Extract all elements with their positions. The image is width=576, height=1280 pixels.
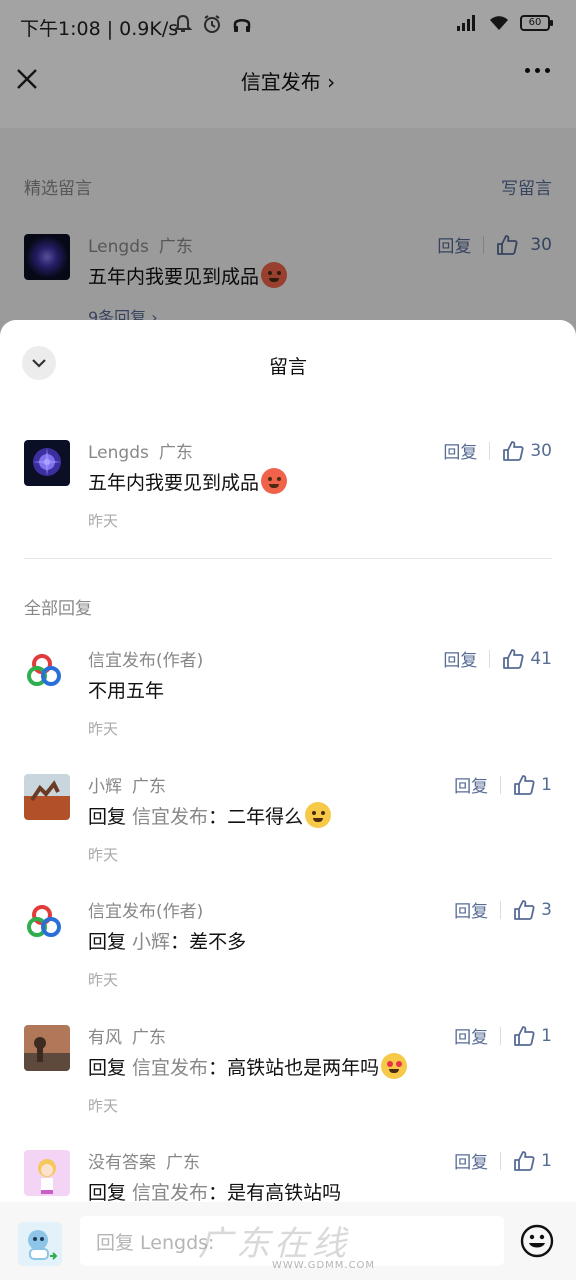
heart-eyes-emoji-icon — [381, 1053, 408, 1079]
sheet-title: 留言 — [268, 356, 307, 378]
comment-actions: 回复 1 — [454, 1023, 552, 1049]
like-count: 1 — [541, 1025, 552, 1046]
thumbs-up-icon — [514, 1025, 535, 1046]
avatar[interactable] — [24, 899, 70, 945]
thumbs-up-icon — [503, 440, 524, 461]
avatar[interactable] — [24, 1025, 70, 1071]
all-replies-title: 全部回复 — [24, 599, 92, 619]
angry-emoji-icon — [261, 468, 288, 494]
comment-author: 信宜发布(作者) — [88, 651, 204, 671]
like-count: 30 — [530, 440, 552, 461]
avatar[interactable] — [24, 774, 70, 820]
like-button[interactable]: 1 — [513, 1025, 552, 1047]
thumbs-up-icon — [514, 774, 535, 795]
divider — [500, 775, 502, 794]
reply-button[interactable]: 回复 — [454, 772, 488, 797]
divider — [24, 558, 552, 559]
comment-text: 回复 信宜发布：是有高铁站吗 — [88, 1182, 342, 1204]
comment-time: 昨天 — [88, 971, 119, 989]
confused-emoji-icon — [305, 802, 332, 828]
comment-author: 小辉 广东 — [88, 777, 166, 797]
comment-time: 昨天 — [88, 846, 119, 864]
emoji-icon[interactable] — [520, 1224, 554, 1258]
divider — [489, 649, 491, 668]
comment-text: 不用五年 — [88, 680, 165, 702]
thumbs-up-icon — [514, 899, 535, 920]
divider — [500, 1026, 502, 1045]
comment-author: 信宜发布(作者) — [88, 902, 204, 922]
comment-text: 回复 信宜发布：高铁站也是两年吗 — [88, 1053, 408, 1080]
comment-actions: 回复 1 — [454, 772, 552, 798]
thumbs-up-icon — [514, 1150, 535, 1171]
like-button[interactable]: 41 — [502, 648, 552, 670]
comment-time: 昨天 — [88, 1097, 119, 1115]
reply-button[interactable]: 回复 — [454, 1148, 488, 1173]
avatar[interactable] — [24, 1150, 70, 1196]
comment-author: 有风 广东 — [88, 1028, 166, 1048]
divider — [489, 441, 491, 460]
avatar[interactable] — [24, 648, 70, 694]
comment-actions: 回复 30 — [443, 438, 552, 464]
divider — [500, 900, 502, 919]
like-count: 1 — [541, 774, 552, 795]
comment-actions: 回复 3 — [454, 897, 552, 923]
comment-actions: 回复 1 — [454, 1148, 552, 1174]
comment-sheet: 留言 Lengds 广东 五年内我要见到成品 昨天 回复 30 全部回复 信宜发布… — [0, 320, 576, 1280]
watermark-url: WWW.GDMM.COM — [272, 1260, 376, 1271]
like-count: 3 — [541, 899, 552, 920]
comment-author: 没有答案 广东 — [88, 1153, 200, 1173]
avatar[interactable] — [24, 440, 70, 486]
comment-text: 五年内我要见到成品 — [88, 468, 288, 495]
like-button[interactable]: 1 — [513, 1150, 552, 1172]
like-button[interactable]: 3 — [513, 899, 552, 921]
thumbs-up-icon — [503, 648, 524, 669]
reply-button[interactable]: 回复 — [454, 1023, 488, 1048]
like-button[interactable]: 30 — [502, 440, 552, 462]
comment-actions: 回复 41 — [443, 646, 552, 672]
comment-text: 回复 信宜发布：二年得么 — [88, 802, 332, 829]
like-count: 41 — [530, 648, 552, 669]
reply-button[interactable]: 回复 — [443, 438, 477, 463]
like-count: 1 — [541, 1150, 552, 1171]
user-avatar[interactable] — [18, 1222, 62, 1266]
like-button[interactable]: 1 — [513, 774, 552, 796]
comment-author: Lengds 广东 — [88, 443, 193, 463]
comment-time: 昨天 — [88, 512, 119, 530]
reply-button[interactable]: 回复 — [454, 897, 488, 922]
comment-time: 昨天 — [88, 720, 119, 738]
comment-text: 回复 小辉：差不多 — [88, 931, 247, 953]
watermark-logo: 广东在线 — [198, 1224, 350, 1264]
reply-button[interactable]: 回复 — [443, 646, 477, 671]
divider — [500, 1151, 502, 1170]
